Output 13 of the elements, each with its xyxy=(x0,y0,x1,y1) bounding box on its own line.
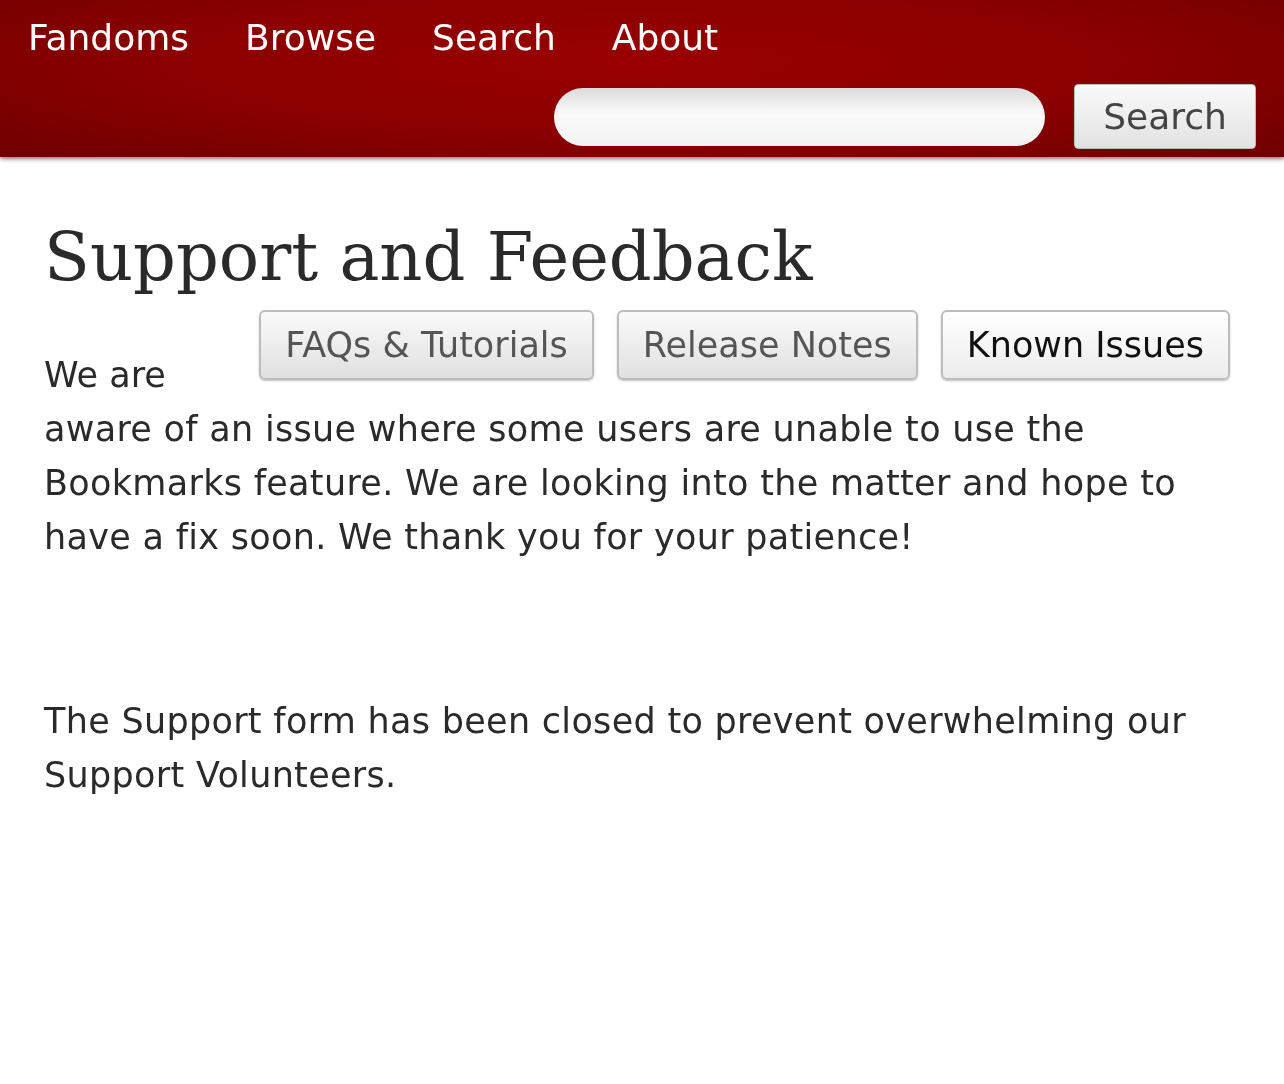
nav-link[interactable]: Search xyxy=(432,12,556,64)
paragraph: The Support form has been closed to prevent overwhelming our Support Volunteers. xyxy=(44,700,1187,797)
page-title: Support and Feedback xyxy=(44,217,814,298)
tab-button[interactable]: Known Issues xyxy=(940,310,1230,380)
tab-button[interactable]: FAQs & Tutorials xyxy=(259,310,594,380)
nav-link[interactable]: Browse xyxy=(245,12,377,64)
search-button[interactable]: Search xyxy=(1074,84,1256,149)
nav-link[interactable]: About xyxy=(611,12,719,64)
paragraph: aware of an issue where some users are unable to use the Bookmarks feature. We are looking into the matter and hope to have a fix soon. We thank you for your patience! xyxy=(44,408,1177,559)
tab-button[interactable]: Release Notes xyxy=(616,310,918,380)
paragraph-lead: We are xyxy=(44,354,166,397)
search-field[interactable] xyxy=(554,87,1045,146)
nav-link[interactable]: Fandoms xyxy=(28,12,189,64)
